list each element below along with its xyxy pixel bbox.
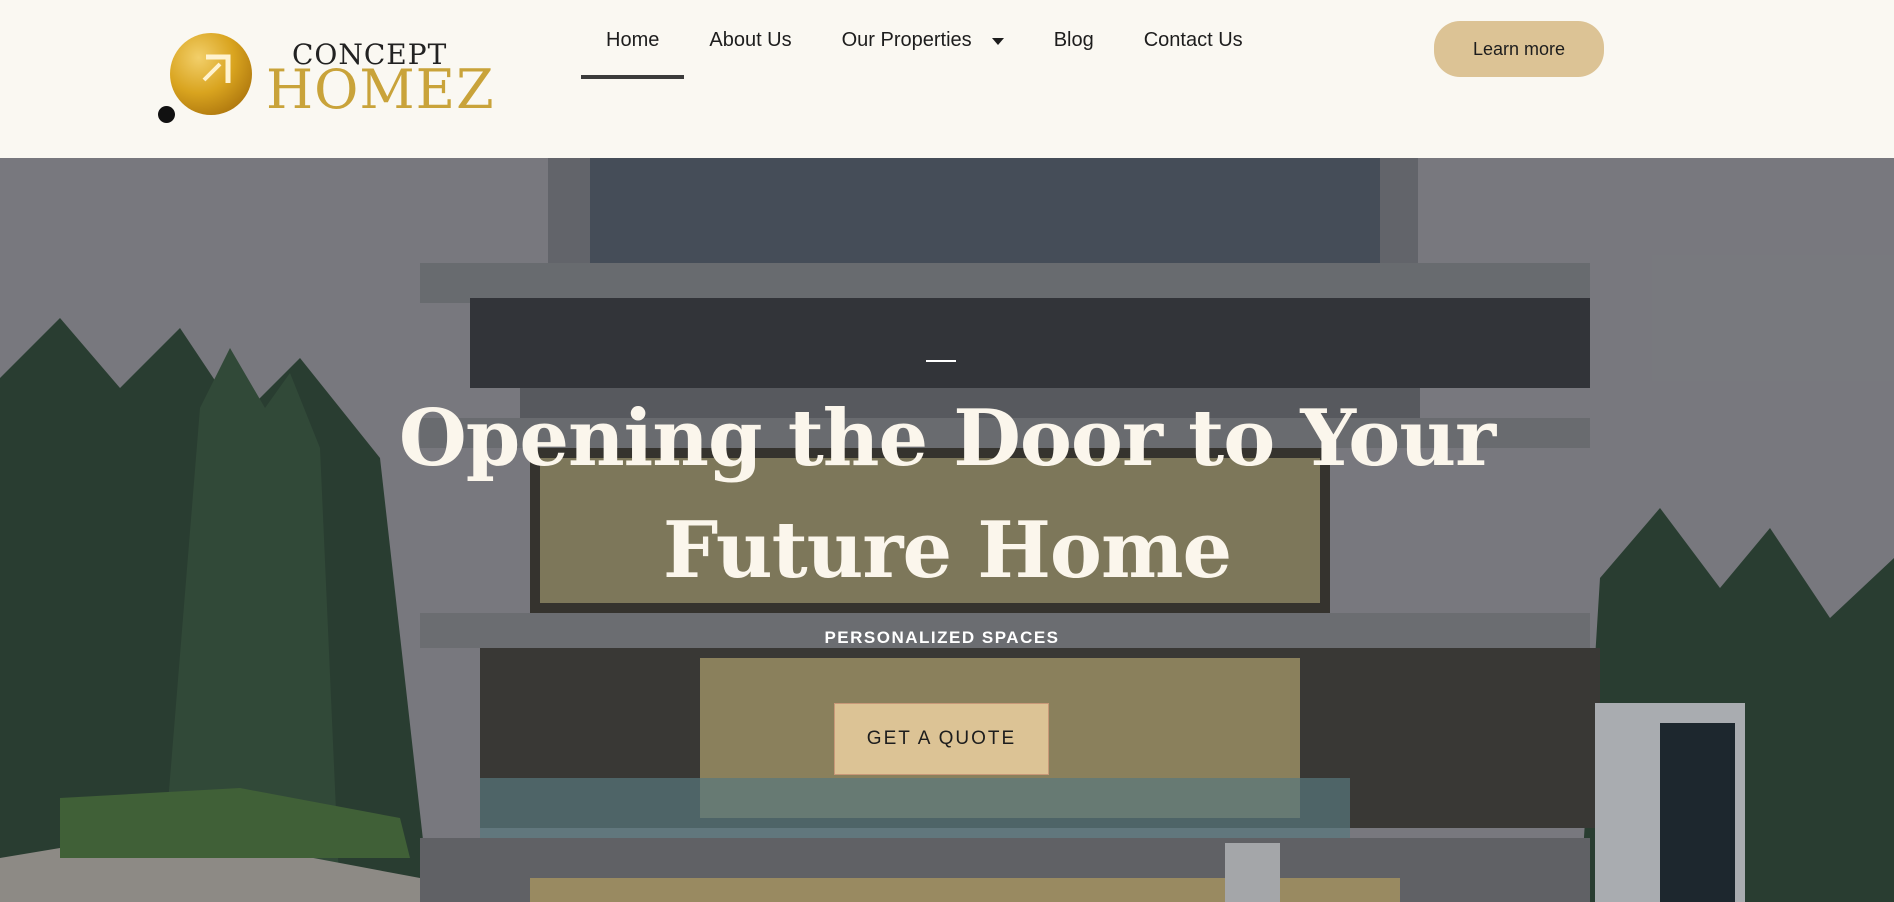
- nav-item-label: Contact Us: [1143, 28, 1243, 51]
- caret-down-icon[interactable]: [991, 37, 1004, 45]
- learn-more-button[interactable]: Learn more: [1434, 21, 1604, 77]
- hero-title-line-2: Future Home: [662, 505, 1232, 596]
- main-navigation: Home About Us Our Properties Blog Contac…: [581, 0, 1268, 80]
- hero-divider-line: [926, 360, 956, 362]
- nav-item-contact-us[interactable]: Contact Us: [1119, 0, 1268, 80]
- nav-item-label: Home: [606, 28, 660, 51]
- nav-item-label: Our Properties: [841, 28, 972, 51]
- nav-item-blog[interactable]: Blog: [1029, 0, 1119, 80]
- nav-item-home[interactable]: Home: [581, 0, 685, 80]
- golden-sphere-logo-icon: [170, 33, 252, 115]
- brand-name-main: HOMEZ: [266, 58, 495, 121]
- get-a-quote-button[interactable]: GET A QUOTE: [834, 703, 1049, 775]
- site-header: CONCEPT HOMEZ Home About Us Our Properti…: [0, 0, 1894, 158]
- nav-item-our-properties[interactable]: Our Properties: [817, 0, 1029, 80]
- hero-subtitle: PERSONALIZED SPACES: [824, 628, 1060, 647]
- hero-section: Opening the Door to Your Future Home PER…: [0, 158, 1894, 902]
- nav-item-label: Blog: [1053, 28, 1094, 51]
- nav-item-about-us[interactable]: About Us: [684, 0, 816, 80]
- nav-item-label: About Us: [709, 28, 792, 51]
- hero-title-line-1: Opening the Door to Your: [398, 393, 1496, 484]
- hero-title: Opening the Door to Your Future Home: [347, 383, 1547, 607]
- brand-logo[interactable]: CONCEPT HOMEZ: [158, 30, 494, 126]
